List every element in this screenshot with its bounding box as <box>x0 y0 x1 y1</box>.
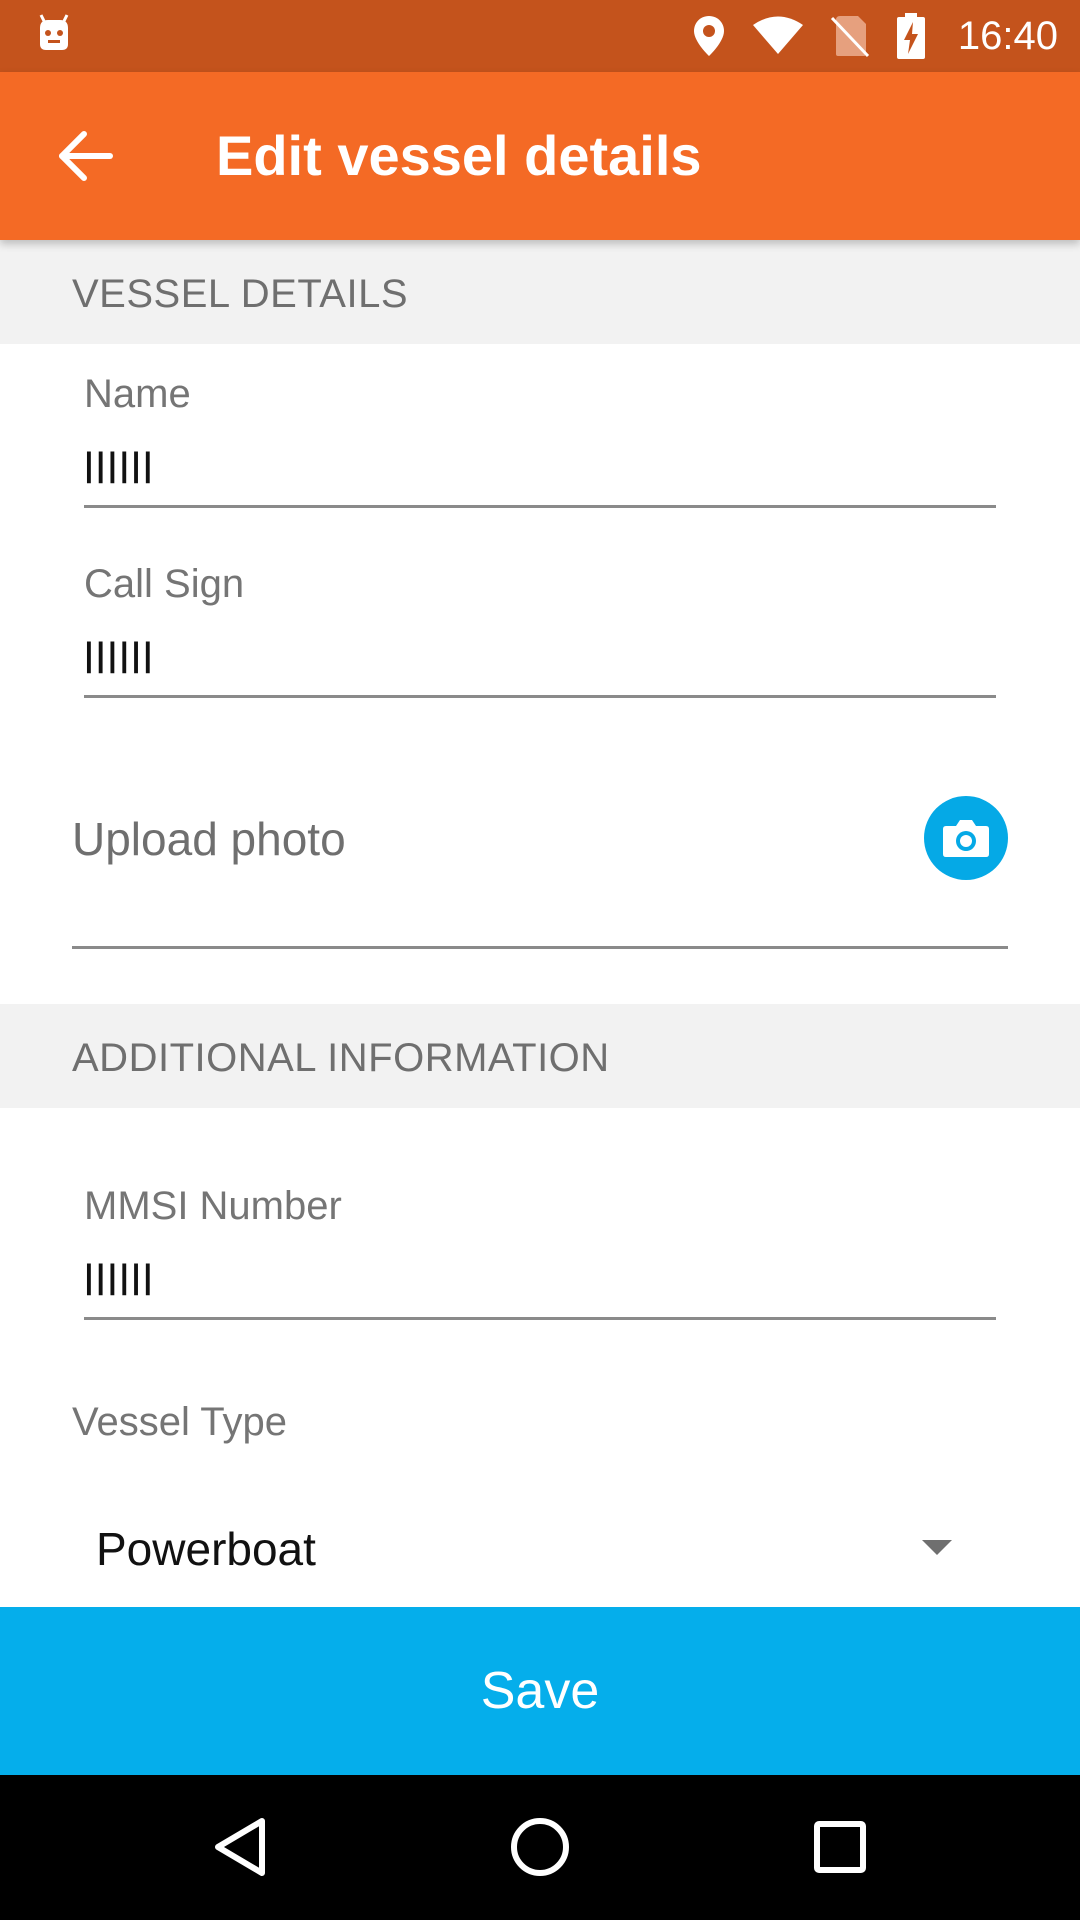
section-header-vessel-details: VESSEL DETAILS <box>0 240 1080 344</box>
section-header-additional-information: ADDITIONAL INFORMATION <box>0 1004 1080 1108</box>
mmsi-underline <box>84 1317 996 1320</box>
arrow-back-icon[interactable] <box>56 124 120 188</box>
status-bar: 16:40 <box>0 0 1080 72</box>
location-pin-icon <box>692 14 726 58</box>
upload-photo-underline <box>72 946 1008 949</box>
name-input[interactable]: llllll <box>84 444 155 494</box>
name-underline <box>84 505 996 508</box>
section-title: VESSEL DETAILS <box>72 272 409 316</box>
battery-charging-icon <box>896 12 926 60</box>
vessel-type-selected: Powerboat <box>96 1523 316 1575</box>
vessel-type-label: Vessel Type <box>72 1400 287 1444</box>
status-icons: 16:40 <box>692 0 1058 72</box>
back-triangle-icon[interactable] <box>190 1797 290 1897</box>
android-notification-icon <box>34 14 74 54</box>
camera-icon <box>943 820 989 857</box>
dropdown-arrow-icon <box>922 1540 952 1555</box>
app-bar: Edit vessel details <box>0 72 1080 240</box>
mmsi-input[interactable]: llllll <box>84 1256 155 1306</box>
navigation-bar <box>0 1775 1080 1920</box>
recents-square-icon[interactable] <box>790 1797 890 1897</box>
save-button[interactable]: Save <box>0 1607 1080 1775</box>
vessel-type-dropdown[interactable]: Powerboat <box>72 1500 972 1600</box>
status-time: 16:40 <box>957 13 1058 58</box>
no-sim-icon <box>830 14 870 58</box>
home-circle-icon[interactable] <box>490 1797 590 1897</box>
page-title: Edit vessel details <box>216 124 702 187</box>
mmsi-label: MMSI Number <box>84 1184 342 1228</box>
wifi-icon <box>752 16 804 56</box>
call-sign-label: Call Sign <box>84 562 245 606</box>
screen: 16:40 Edit vessel details VESSEL DETAILS… <box>0 0 1080 1920</box>
section-title: ADDITIONAL INFORMATION <box>72 1036 610 1080</box>
camera-button[interactable] <box>924 796 1008 880</box>
name-label: Name <box>84 372 191 416</box>
call-sign-input[interactable]: llllll <box>84 634 155 684</box>
call-sign-underline <box>84 695 996 698</box>
upload-photo-label[interactable]: Upload photo <box>72 812 346 866</box>
